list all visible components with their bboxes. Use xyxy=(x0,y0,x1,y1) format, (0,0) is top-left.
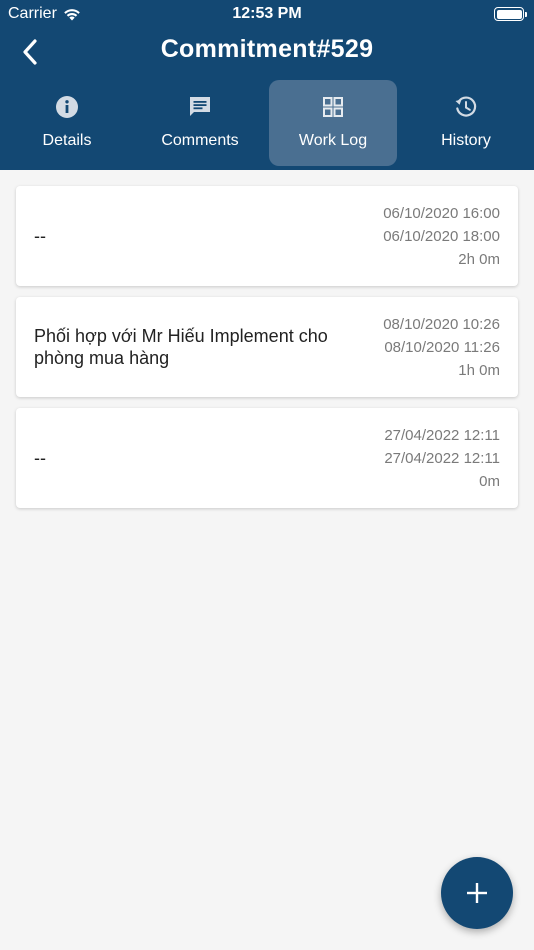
work-log-start: 27/04/2022 12:11 xyxy=(384,427,500,444)
app-header: Carrier 12:53 PM Commitment#529 Details … xyxy=(0,0,534,170)
tab-history[interactable]: History xyxy=(402,80,530,166)
work-log-duration: 1h 0m xyxy=(458,362,500,379)
work-log-duration: 2h 0m xyxy=(458,251,500,268)
work-log-end: 08/10/2020 11:26 xyxy=(384,339,500,356)
work-log-times: 06/10/2020 16:00 06/10/2020 18:00 2h 0m xyxy=(383,202,500,271)
work-log-times: 27/04/2022 12:11 27/04/2022 12:11 0m xyxy=(384,424,500,493)
work-log-description: Phối hợp với Mr Hiếu Implement cho phòng… xyxy=(34,326,328,368)
tab-label: History xyxy=(441,132,491,149)
tab-label: Details xyxy=(42,132,92,149)
work-log-list: -- 06/10/2020 16:00 06/10/2020 18:00 2h … xyxy=(16,186,518,519)
tab-details[interactable]: Details xyxy=(3,80,131,166)
page-title: Commitment#529 xyxy=(160,35,374,63)
work-log-start: 06/10/2020 16:00 xyxy=(383,205,500,222)
status-time: 12:53 PM xyxy=(232,5,302,22)
status-bar: Carrier 12:53 PM xyxy=(0,0,534,28)
comment-icon xyxy=(190,97,210,116)
tab-comments[interactable]: Comments xyxy=(136,80,264,166)
work-log-duration: 0m xyxy=(479,473,500,490)
grid-icon xyxy=(323,97,343,117)
work-log-item[interactable]: -- 06/10/2020 16:00 06/10/2020 18:00 2h … xyxy=(16,186,518,286)
nav-bar: Commitment#529 xyxy=(0,30,534,74)
work-log-end: 06/10/2020 18:00 xyxy=(383,228,500,245)
work-log-description: -- xyxy=(34,226,46,246)
add-work-log-button[interactable] xyxy=(441,857,513,929)
work-log-item[interactable]: -- 27/04/2022 12:11 27/04/2022 12:11 0m xyxy=(16,408,518,508)
work-log-start: 08/10/2020 10:26 xyxy=(383,316,500,333)
work-log-times: 08/10/2020 10:26 08/10/2020 11:26 1h 0m xyxy=(383,313,500,382)
info-icon xyxy=(56,96,78,118)
work-log-end: 27/04/2022 12:11 xyxy=(384,450,500,467)
work-log-item[interactable]: Phối hợp với Mr Hiếu Implement cho phòng… xyxy=(16,297,518,397)
work-log-description: -- xyxy=(34,448,46,468)
tab-label: Comments xyxy=(161,132,239,149)
tab-bar: Details Comments Work Log History xyxy=(0,80,534,166)
tab-work-log[interactable]: Work Log xyxy=(269,80,397,166)
battery-icon xyxy=(494,7,527,21)
tab-label: Work Log xyxy=(298,132,368,149)
plus-icon xyxy=(467,883,487,903)
history-icon xyxy=(455,96,477,117)
